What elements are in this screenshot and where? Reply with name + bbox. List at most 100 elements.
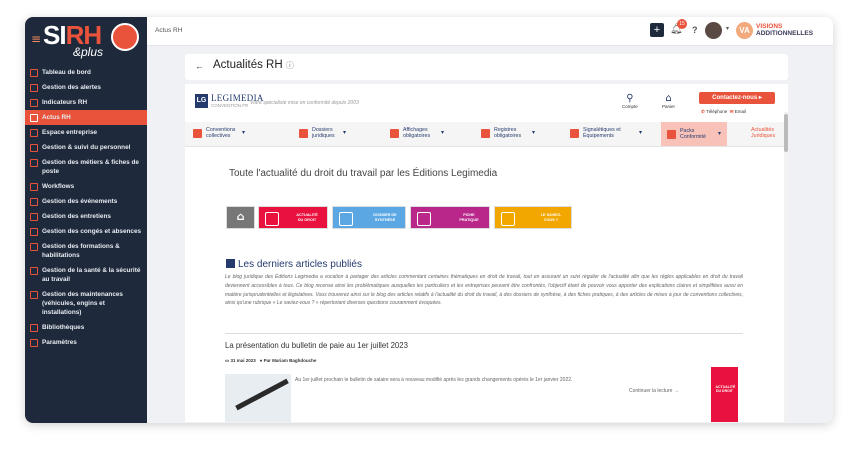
ribbon-label: ACTUALITÉ DU DROIT bbox=[715, 385, 736, 394]
section-title-text: Les derniers articles publiés bbox=[238, 259, 362, 270]
back-arrow-icon[interactable]: ← bbox=[195, 61, 204, 71]
article-title[interactable]: La présentation du bulletin de paie au 1… bbox=[225, 341, 408, 350]
poster-icon bbox=[390, 128, 399, 138]
sidebar-item-label: Gestion des maintenances (véhicules, eng… bbox=[42, 291, 123, 316]
sidebar-item-bibliotheques[interactable]: Bibliothèques bbox=[25, 320, 147, 335]
legimedia-menu: Conventions collectives ▾ Dossiers juridi… bbox=[185, 122, 788, 147]
cart-link[interactable]: ⌂ Panier bbox=[662, 93, 675, 109]
add-button[interactable]: + bbox=[650, 23, 664, 37]
sidebar-item-maintenances[interactable]: Gestion des maintenances (véhicules, eng… bbox=[25, 287, 147, 320]
sidebar-item-label: Actus RH bbox=[42, 114, 71, 121]
sidebar-item-personnel[interactable]: Gestion & suivi du personnel bbox=[25, 140, 147, 155]
register-icon bbox=[481, 128, 490, 138]
books-icon bbox=[299, 128, 308, 138]
menu-item-registres[interactable]: Registres obligatoires ▾ bbox=[481, 127, 535, 139]
sidebar-item-tableau-de-bord[interactable]: Tableau de bord bbox=[25, 65, 147, 80]
tile-fiche-pratique[interactable]: FICHE PRATIQUE bbox=[410, 206, 490, 229]
contact-button[interactable]: Contactez-nous ▸ bbox=[699, 92, 775, 104]
sidebar-item-indicateurs[interactable]: Indicateurs RH bbox=[25, 95, 147, 110]
sidebar-item-actus-rh[interactable]: Actus RH bbox=[25, 110, 147, 125]
email-label: Email bbox=[734, 109, 747, 114]
sidebar-item-entretiens[interactable]: Gestion des entretiens bbox=[25, 209, 147, 224]
sidebar-item-sante-securite[interactable]: Gestion de la santé & la sécurité au tra… bbox=[25, 263, 147, 287]
menu-item-actualites[interactable]: Actualités Juridiques bbox=[751, 127, 785, 139]
sidebar-item-alertes[interactable]: Gestion des alertes bbox=[25, 80, 147, 95]
app-logo[interactable]: ≡ SIRH &plus bbox=[25, 17, 147, 65]
tile-actualite-du-droit[interactable]: ACTUALITÉ DU DROIT bbox=[258, 206, 328, 229]
menu-item-label: Signalétiques et Équipements bbox=[583, 127, 621, 139]
menu-item-dossiers[interactable]: Dossiers juridiques ▾ bbox=[299, 127, 346, 139]
sidebar-item-workflows[interactable]: Workflows bbox=[25, 179, 147, 194]
calendar-icon bbox=[30, 198, 38, 206]
tile-dossier-de-synthese[interactable]: DOSSIER DE SYNTHÈSE bbox=[332, 206, 406, 229]
sidebar-item-parametres[interactable]: Paramètres bbox=[25, 335, 147, 350]
menu-icon[interactable]: ≡ bbox=[31, 32, 41, 46]
briefcase-icon bbox=[30, 159, 38, 167]
home-icon: ⌂ bbox=[236, 210, 245, 224]
sidebar-nav: Tableau de bord Gestion des alertes Indi… bbox=[25, 65, 147, 350]
divider bbox=[225, 333, 743, 334]
home-tile[interactable]: ⌂ bbox=[226, 206, 255, 229]
brand-sub: &plus bbox=[73, 45, 104, 59]
blog-intro: Le blog juridique des Éditions Legimedia… bbox=[225, 274, 743, 307]
wrench-icon bbox=[30, 291, 38, 299]
sidebar-item-metiers[interactable]: Gestion des métiers & fiches de poste bbox=[25, 155, 147, 179]
sign-icon bbox=[570, 128, 579, 138]
menu-item-packs[interactable]: Packs Conformité ▾ bbox=[661, 122, 728, 146]
scrollbar[interactable] bbox=[784, 112, 788, 422]
read-more-link[interactable]: Continuer la lecture → bbox=[629, 388, 679, 394]
graduation-icon bbox=[30, 243, 38, 251]
tile-label: FICHE PRATIQUE bbox=[459, 213, 479, 222]
menu-item-label: Actualités Juridiques bbox=[751, 127, 776, 139]
calendar-icon: ▭ bbox=[225, 358, 230, 363]
page-header: ← Actualités RH ⓘ bbox=[185, 54, 788, 80]
sidebar-item-label: Tableau de bord bbox=[42, 69, 91, 76]
workflow-icon bbox=[30, 183, 38, 191]
sidebar-item-formations[interactable]: Gestion des formations & habilitations bbox=[25, 239, 147, 263]
news-icon bbox=[30, 114, 38, 122]
legimedia-logo-icon[interactable]: LG bbox=[195, 94, 208, 108]
article-thumbnail[interactable] bbox=[225, 374, 291, 422]
partner-brand-line1: VISIONS bbox=[756, 23, 783, 30]
interview-icon bbox=[30, 213, 38, 221]
users-icon bbox=[30, 144, 38, 152]
folder-icon bbox=[339, 212, 353, 226]
health-icon bbox=[30, 267, 38, 275]
sidebar-item-label: Gestion de la santé & la sécurité au tra… bbox=[42, 267, 141, 283]
cart-icon: ⌂ bbox=[665, 93, 672, 104]
chevron-down-icon: ▾ bbox=[718, 131, 722, 137]
phone-label: Téléphone bbox=[705, 109, 728, 114]
legimedia-sub: CONVENTION.FR bbox=[211, 103, 249, 108]
dashboard-icon bbox=[30, 69, 38, 77]
user-icon: ● bbox=[259, 358, 263, 363]
gear-icon bbox=[30, 339, 38, 347]
sidebar-item-espace-entreprise[interactable]: Espace entreprise bbox=[25, 125, 147, 140]
article-author[interactable]: Par Mariam Baghdouche bbox=[264, 358, 317, 363]
sidebar-item-conges[interactable]: Gestion des congés et absences bbox=[25, 224, 147, 239]
sidebar-item-evenements[interactable]: Gestion des événements bbox=[25, 194, 147, 209]
menu-item-label: Registres obligatoires bbox=[494, 127, 522, 139]
contact-options[interactable]: ✆ Téléphone ✉ Email bbox=[701, 109, 746, 115]
sidebar-item-label: Gestion & suivi du personnel bbox=[42, 144, 131, 151]
app-window: ≡ SIRH &plus Tableau de bord Gestion des… bbox=[25, 17, 833, 423]
tile-le-saviez-vous[interactable]: LE SAVIEZ-VOUS ? bbox=[494, 206, 572, 229]
tile-label: DOSSIER DE SYNTHÈSE bbox=[373, 213, 397, 222]
article-excerpt: Au 1er juillet prochain le bulletin de s… bbox=[295, 377, 573, 383]
user-icon: ⚲ bbox=[626, 93, 634, 104]
info-icon[interactable]: ⓘ bbox=[286, 61, 294, 70]
menu-item-conventions[interactable]: Conventions collectives ▾ bbox=[193, 127, 245, 139]
page-title: Actualités RH ⓘ bbox=[213, 59, 294, 71]
help-button[interactable]: ? bbox=[692, 25, 698, 35]
scrollbar-thumb[interactable] bbox=[784, 114, 788, 152]
sidebar: ≡ SIRH &plus Tableau de bord Gestion des… bbox=[25, 17, 147, 423]
chevron-down-icon[interactable]: ▾ bbox=[726, 25, 729, 32]
account-link[interactable]: ⚲ Compte bbox=[622, 93, 638, 109]
menu-item-signaletiques[interactable]: Signalétiques et Équipements ▾ bbox=[570, 127, 642, 139]
chevron-down-icon: ▾ bbox=[532, 130, 536, 136]
folder-icon bbox=[30, 324, 38, 332]
partner-brand: VISIONS ADDITIONNELLES bbox=[756, 23, 813, 37]
chevron-down-icon: ▾ bbox=[242, 130, 246, 136]
category-ribbon[interactable]: ACTUALITÉ DU DROIT bbox=[711, 367, 738, 422]
user-avatar[interactable] bbox=[705, 22, 722, 39]
menu-item-affichages[interactable]: Affichages obligatoires ▾ bbox=[390, 127, 444, 139]
